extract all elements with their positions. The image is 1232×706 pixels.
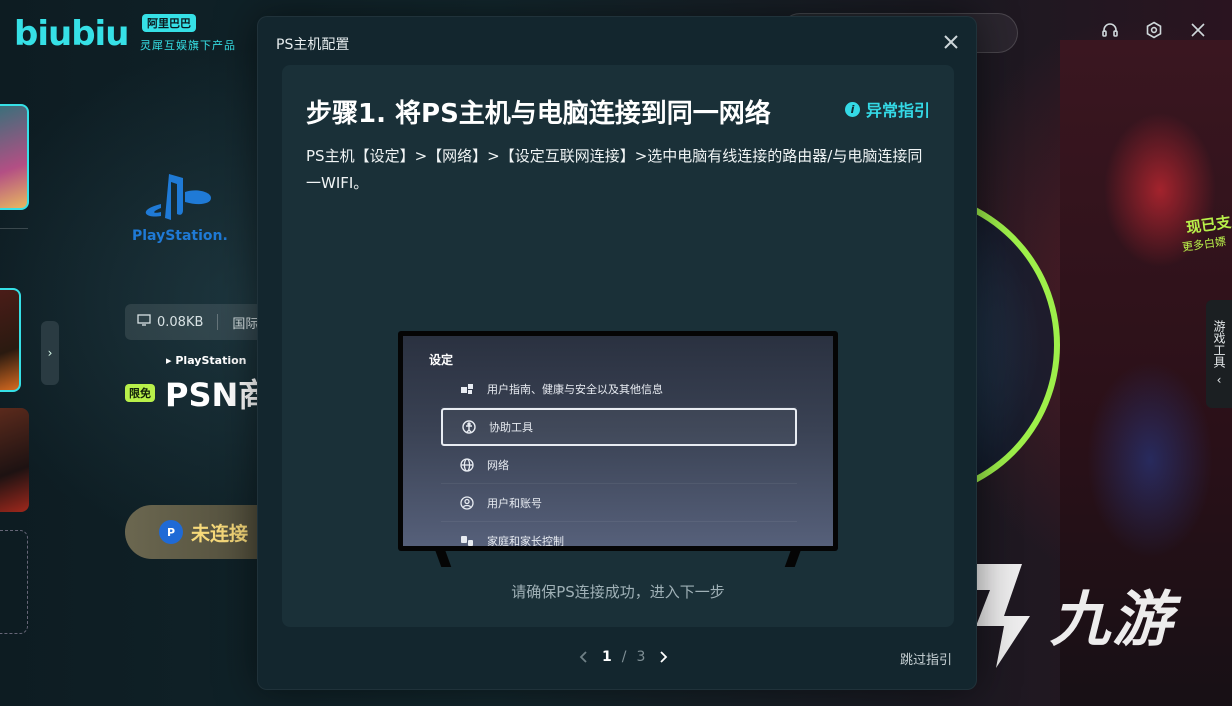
globe-icon [459,457,475,473]
psn-brand-label: PlayStation [175,354,247,367]
step-card: 步骤1. 将PS主机与电脑连接到同一网络 i 异常指引 PS主机【设定】>【网络… [282,65,954,627]
sidebar-divider [0,228,28,229]
monitor-icon [137,314,151,330]
accessibility-icon [461,419,477,435]
step-hint: 请确保PS连接成功，进入下一步 [511,583,725,601]
game-tools-label: 游戏工具 [1212,320,1226,368]
game-thumbnail[interactable] [0,104,29,210]
settings-item-label: 用户指南、健康与安全以及其他信息 [487,382,663,396]
page-current: 1 [602,649,612,665]
page-separator: / [621,649,627,665]
close-icon[interactable] [942,33,960,51]
game-thumbnail[interactable] [0,288,21,392]
step-description: PS主机【设定】>【网络】>【设定互联网连接】>选中电脑有线连接的路由器/与电脑… [306,147,923,192]
tv-leg [784,549,802,567]
region-value: 国际 [232,316,259,332]
settings-item: 家庭和家长控制 [441,522,797,546]
family-icon [459,533,475,547]
game-title: PSN商 [165,376,271,414]
settings-icon[interactable] [1144,20,1164,40]
settings-item-selected: 协助工具 [441,408,797,446]
page-total: 3 [636,649,646,665]
expand-sidebar-button[interactable]: › [41,321,59,385]
step-pager: 1 / 3 [576,649,671,665]
help-link-label: 异常指引 [865,101,930,120]
psn-brand: ▸ PlayStation [166,354,246,367]
free-badge: 限免 [125,384,155,402]
chevron-left-icon: ‹ [1216,373,1222,387]
settings-item-label: 网络 [487,458,509,472]
settings-list: 用户指南、健康与安全以及其他信息 协助工具 网络 用户和账号 家庭和家长控制 [441,370,797,546]
connect-status: 未连接 [191,522,249,545]
tv-leg [434,549,452,567]
settings-item-label: 家庭和家长控制 [487,534,564,547]
playstation-mini-icon: ▸ [166,354,172,367]
chevron-left-icon[interactable] [576,649,592,665]
logo-subtitle: 灵犀互娱旗下产品 [140,39,236,52]
app-logo: biubiu [14,14,129,54]
playstation-wordmark: PlayStation. [132,228,228,244]
playstation-badge-icon: P [159,520,183,544]
tv-screen: 设定 用户指南、健康与安全以及其他信息 协助工具 网络 用户和账号 家庭和家长控… [403,336,833,546]
add-game-slot[interactable] [0,530,28,634]
headset-icon[interactable] [1100,20,1120,40]
skip-guide-button[interactable]: 跳过指引 [900,649,952,668]
settings-item: 用户和账号 [441,484,797,522]
help-link[interactable]: i 异常指引 [844,97,930,121]
game-thumbnail[interactable] [0,408,29,512]
game-tools-tab[interactable]: 游戏工具 ‹ [1206,300,1232,408]
watermark: 九游 [946,556,1174,672]
playstation-logo: PlayStation. [132,170,228,244]
stats-bar: 0.08KB 国际 [125,304,265,340]
speed-value: 0.08KB [157,314,204,330]
settings-heading: 设定 [429,353,454,367]
user-icon [459,495,475,511]
watermark-text: 九游 [1050,584,1174,655]
tv-frame: 设定 用户指南、健康与安全以及其他信息 协助工具 网络 用户和账号 家庭和家长控… [398,331,838,551]
close-icon[interactable] [1188,20,1208,40]
logo-badge: 阿里巴巴 [142,14,196,32]
settings-item: 用户指南、健康与安全以及其他信息 [441,370,797,408]
dialog-title: PS主机配置 [276,37,350,53]
settings-item-label: 用户和账号 [487,496,542,510]
settings-item-label: 协助工具 [489,421,533,434]
game-title-row: 限免 PSN商 [125,370,270,416]
chevron-right-icon[interactable] [655,649,671,665]
settings-item: 网络 [441,446,797,484]
ps-config-dialog: PS主机配置 步骤1. 将PS主机与电脑连接到同一网络 i 异常指引 PS主机【… [257,16,977,690]
tv-illustration: 设定 用户指南、健康与安全以及其他信息 协助工具 网络 用户和账号 家庭和家长控… [398,331,838,567]
stats-divider [217,314,219,330]
info-icon: i [844,101,860,117]
info-icon [459,381,475,397]
window-controls [1100,20,1208,40]
step-title: 步骤1. 将PS主机与电脑连接到同一网络 [306,99,771,129]
